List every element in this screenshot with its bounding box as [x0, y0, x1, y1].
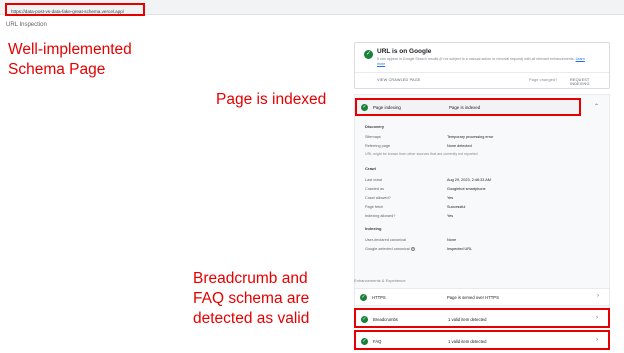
discovery-note: URL might be known from other sources th…	[365, 152, 478, 156]
detail-value: None detected	[447, 144, 472, 148]
annotation-schema-valid: Breadcrumb and FAQ schema are detected a…	[193, 269, 309, 329]
chevron-up-icon[interactable]: ⌃	[594, 103, 599, 110]
detail-value: Yes	[447, 196, 454, 200]
detail-label: Referring page	[365, 144, 391, 148]
enhancement-row-faq[interactable]: ✓ FAQ 1 valid item detected ›	[354, 330, 610, 350]
chevron-right-icon: ›	[597, 293, 599, 299]
detail-label: Last crawl	[365, 178, 383, 182]
view-crawled-page-button[interactable]: VIEW CRAWLED PAGE	[377, 78, 420, 82]
annotation-line: detected as valid	[193, 310, 310, 327]
check-circle-icon: ✓	[364, 50, 373, 59]
annotation-line: Page is indexed	[216, 91, 327, 108]
detail-label: Crawled as	[365, 187, 384, 191]
url-status-description-text: It can appear in Google Search results (…	[377, 57, 575, 61]
check-circle-icon: ✓	[361, 316, 368, 323]
help-icon[interactable]: ?	[410, 247, 415, 251]
chevron-right-icon: ›	[596, 337, 598, 343]
annotation-line: FAQ schema are	[193, 290, 310, 307]
annotation-line: Breadcrumb and	[193, 270, 308, 287]
page-indexing-label: Page indexing	[373, 105, 401, 110]
enhancement-value: 1 valid item detected	[448, 317, 487, 322]
request-indexing-button[interactable]: REQUEST INDEXING	[570, 78, 609, 86]
enhancement-label: Breadcrumbs	[373, 317, 398, 322]
url-status-description: It can appear in Google Search results (…	[377, 57, 587, 67]
discovery-heading: Discovery	[365, 124, 385, 129]
enhancement-label: HTTPS	[372, 295, 386, 300]
annotation-page-indexed: Page is indexed	[216, 90, 326, 110]
detail-value: Aug 29, 2023, 2:46:33 AM	[447, 178, 491, 182]
detail-label: Page fetch	[365, 205, 384, 209]
enhancement-label: FAQ	[373, 339, 382, 344]
page-changed-text: Page changed?	[529, 78, 558, 82]
chevron-right-icon: ›	[596, 315, 598, 321]
divider	[355, 72, 609, 73]
detail-value: Inspected URL	[447, 247, 473, 251]
url-status-card: ✓ URL is on Google It can appear in Goog…	[354, 42, 610, 89]
detail-label: User-declared canonical	[365, 238, 406, 242]
inspection-panel: ✓ URL is on Google It can appear in Goog…	[348, 42, 610, 353]
detail-label-text: Google-selected canonical	[365, 247, 410, 251]
detail-value: Googlebot smartphone	[447, 187, 486, 191]
detail-label: Google-selected canonical ?	[365, 247, 415, 251]
indexing-heading: Indexing	[365, 226, 382, 231]
check-circle-icon: ✓	[361, 338, 368, 345]
detail-value: Temporary processing error	[447, 135, 494, 139]
enhancement-value: 1 valid item detected	[448, 339, 487, 344]
annotation-schema-page: Well-implemented Schema Page	[8, 40, 132, 80]
page-indexing-row[interactable]: ✓ Page indexing Page is indexed	[355, 98, 581, 116]
enhancement-row-breadcrumbs[interactable]: ✓ Breadcrumbs 1 valid item detected ›	[354, 308, 610, 328]
annotation-line: Well-implemented	[8, 41, 132, 58]
detail-label: Indexing allowed?	[365, 214, 396, 218]
page-indexing-value: Page is indexed	[449, 105, 481, 110]
url-text[interactable]: https://data-post-vs-data-fake-great-sch…	[5, 3, 145, 16]
detail-value: Successful	[447, 205, 466, 209]
detail-label: Sitemaps	[365, 135, 381, 139]
annotation-line: Schema Page	[8, 61, 106, 78]
enhancement-row-https[interactable]: ✓ HTTPS Page is served over HTTPS ›	[354, 288, 610, 306]
page-section-label: URL Inspection	[6, 22, 47, 28]
browser-url-bar[interactable]: https://data-post-vs-data-fake-great-sch…	[0, 0, 624, 16]
detail-value: Yes	[447, 214, 454, 218]
enhancements-heading: Enhancements & Experience	[354, 278, 406, 283]
detail-value: None	[447, 238, 457, 242]
detail-label: Crawl allowed?	[365, 196, 391, 200]
url-status-title: URL is on Google	[377, 48, 432, 55]
crawl-heading: Crawl	[365, 166, 376, 171]
enhancement-value: Page is served over HTTPS	[447, 295, 499, 300]
check-circle-icon: ✓	[360, 294, 367, 301]
check-circle-icon: ✓	[361, 104, 368, 111]
